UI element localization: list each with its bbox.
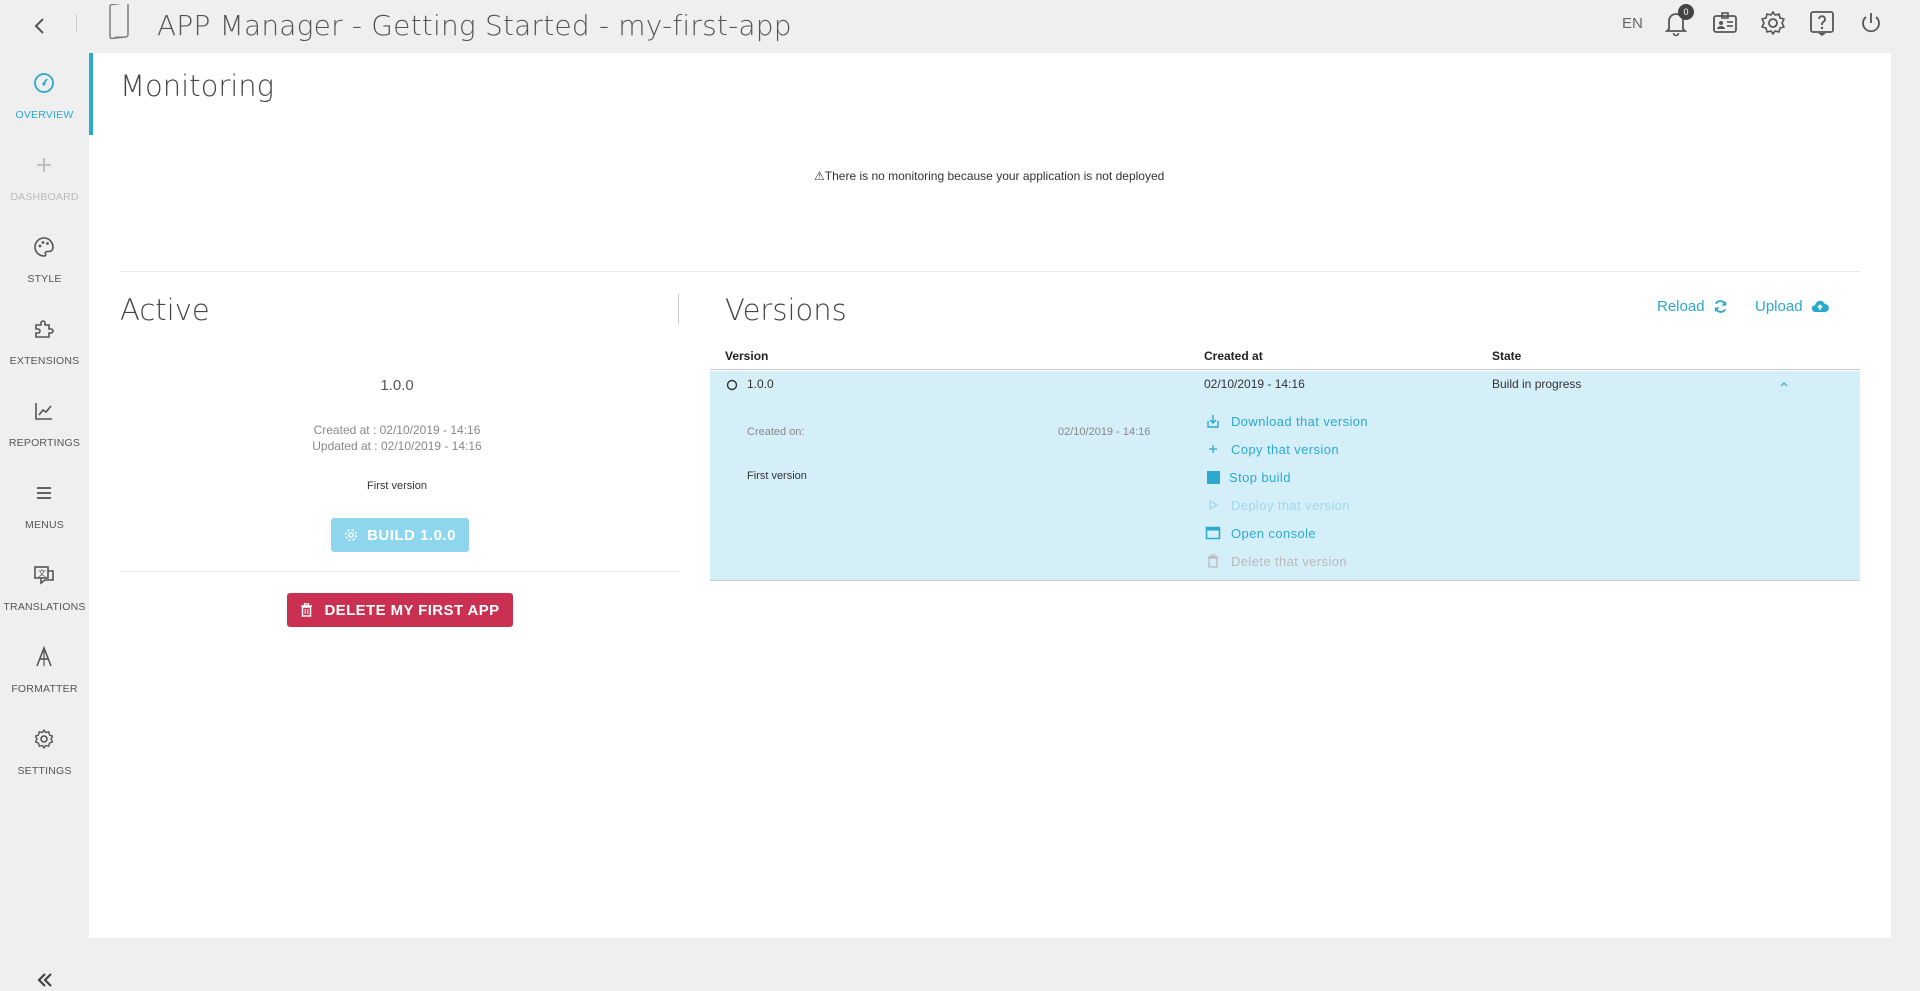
row-description: First version bbox=[747, 470, 807, 482]
reload-button[interactable]: Reload bbox=[1657, 298, 1728, 315]
sidebar-item-translations[interactable]: 文 TRANSLATIONS bbox=[0, 545, 89, 627]
sidebar-item-reportings[interactable]: REPORTINGS bbox=[0, 381, 89, 463]
download-version-action[interactable]: Download that version bbox=[1205, 413, 1368, 429]
copy-version-action[interactable]: Copy that version bbox=[1205, 441, 1339, 457]
column-header-created-at[interactable]: Created at bbox=[1204, 349, 1263, 363]
versions-title: Versions bbox=[725, 293, 847, 327]
cog-icon bbox=[345, 528, 358, 542]
console-icon bbox=[1205, 526, 1221, 540]
gear-icon bbox=[34, 729, 54, 749]
sidebar-item-style[interactable]: STYLE bbox=[0, 217, 89, 299]
build-button[interactable]: BUILD 1.0.0 bbox=[331, 518, 469, 552]
palette-icon bbox=[34, 237, 54, 257]
table-header-divider bbox=[710, 369, 1860, 370]
sidebar-item-menus[interactable]: MENUS bbox=[0, 463, 89, 545]
active-updated-at: Updated at : 02/10/2019 - 14:16 bbox=[312, 439, 482, 453]
reload-button-label: Reload bbox=[1657, 298, 1705, 315]
notification-badge: 0 bbox=[1678, 4, 1694, 20]
open-console-action[interactable]: Open console bbox=[1205, 525, 1316, 541]
language-selector[interactable]: EN bbox=[1622, 15, 1643, 32]
sidebar-item-extensions[interactable]: EXTENSIONS bbox=[0, 299, 89, 381]
back-arrow-icon[interactable] bbox=[28, 14, 52, 38]
sidebar-item-label: FORMATTER bbox=[11, 683, 78, 695]
table-row-divider bbox=[710, 580, 1860, 581]
cloud-upload-icon bbox=[1811, 300, 1829, 313]
line-chart-icon bbox=[35, 403, 52, 420]
trash-icon bbox=[301, 603, 313, 617]
upload-button-label: Upload bbox=[1755, 298, 1803, 315]
panel-divider bbox=[678, 294, 679, 324]
puzzle-icon bbox=[35, 320, 54, 338]
sidebar-item-label: MENUS bbox=[25, 519, 64, 531]
stop-icon bbox=[1207, 471, 1220, 484]
svg-text:文: 文 bbox=[38, 568, 46, 578]
row-created-on-value: 02/10/2019 - 14:16 bbox=[1058, 426, 1151, 438]
power-icon[interactable] bbox=[1856, 8, 1886, 38]
warning-icon: ⚠ bbox=[814, 169, 825, 183]
deploy-version-label: Deploy that version bbox=[1231, 497, 1350, 513]
chevron-up-icon[interactable] bbox=[1779, 381, 1789, 387]
translate-icon: 文 bbox=[34, 566, 54, 585]
gear-icon[interactable] bbox=[1758, 8, 1788, 38]
sidebar-item-label: TRANSLATIONS bbox=[3, 601, 86, 613]
hamburger-icon bbox=[37, 487, 51, 499]
sidebar-item-label: EXTENSIONS bbox=[9, 355, 80, 367]
active-divider bbox=[120, 571, 679, 572]
status-circle-icon bbox=[726, 379, 738, 391]
top-bar: APP Manager - Getting Started - my-first… bbox=[0, 0, 1920, 53]
sidebar-item-overview[interactable]: OVERVIEW bbox=[0, 53, 89, 135]
open-console-label: Open console bbox=[1231, 525, 1317, 541]
id-card-icon[interactable] bbox=[1710, 8, 1740, 38]
stop-build-action[interactable]: Stop build bbox=[1205, 469, 1291, 485]
row-version: 1.0.0 bbox=[747, 377, 774, 391]
plus-icon bbox=[37, 158, 51, 172]
upload-button[interactable]: Upload bbox=[1755, 298, 1829, 315]
build-button-label: BUILD 1.0.0 bbox=[367, 526, 456, 544]
active-description: First version bbox=[367, 480, 427, 492]
download-version-label: Download that version bbox=[1231, 413, 1369, 429]
delete-version-action[interactable]: Delete that version bbox=[1205, 553, 1347, 569]
tablet-icon bbox=[109, 4, 129, 40]
sidebar-item-label: DASHBOARD bbox=[10, 191, 79, 203]
play-icon bbox=[1209, 499, 1219, 511]
column-header-state[interactable]: State bbox=[1492, 349, 1521, 363]
download-icon bbox=[1207, 415, 1219, 428]
deploy-version-action[interactable]: Deploy that version bbox=[1205, 497, 1350, 513]
column-header-version[interactable]: Version bbox=[725, 349, 768, 363]
sidebar-item-label: REPORTINGS bbox=[8, 437, 81, 449]
delete-app-button-label: DELETE MY FIRST APP bbox=[324, 601, 500, 619]
delete-app-button[interactable]: DELETE MY FIRST APP bbox=[287, 593, 513, 627]
active-created-at: Created at : 02/10/2019 - 14:16 bbox=[313, 423, 481, 437]
row-created-at: 02/10/2019 - 14:16 bbox=[1204, 377, 1305, 391]
stop-build-label: Stop build bbox=[1229, 469, 1291, 485]
main-content: Monitoring ⚠There is no monitoring becau… bbox=[89, 53, 1891, 938]
sidebar: OVERVIEW DASHBOARD STYLE EXTENSIONS REPO… bbox=[0, 53, 89, 987]
sidebar-item-formatter[interactable]: FORMATTER bbox=[0, 627, 89, 709]
collapse-sidebar-icon[interactable] bbox=[34, 969, 56, 991]
formatter-icon bbox=[36, 645, 52, 667]
page-title: APP Manager - Getting Started - my-first… bbox=[157, 9, 792, 42]
monitoring-message-text: There is no monitoring because your appl… bbox=[824, 169, 1165, 183]
refresh-icon bbox=[1714, 300, 1726, 313]
row-created-on-label: Created on: bbox=[747, 426, 805, 438]
header-divider bbox=[76, 14, 77, 32]
sidebar-item-settings[interactable]: SETTINGS bbox=[0, 709, 89, 791]
section-divider bbox=[120, 271, 1860, 272]
row-state: Build in progress bbox=[1492, 377, 1582, 391]
plus-icon bbox=[1209, 445, 1217, 453]
gauge-icon bbox=[34, 73, 54, 93]
sidebar-item-dashboard[interactable]: DASHBOARD bbox=[0, 135, 89, 217]
trash-icon bbox=[1207, 554, 1219, 568]
monitoring-message: ⚠There is no monitoring because your app… bbox=[814, 169, 1164, 183]
sidebar-item-label: SETTINGS bbox=[17, 765, 72, 777]
copy-version-label: Copy that version bbox=[1231, 441, 1339, 457]
monitoring-title: Monitoring bbox=[120, 69, 275, 103]
active-indicator bbox=[89, 53, 93, 135]
sidebar-item-label: OVERVIEW bbox=[15, 109, 74, 121]
sidebar-item-label: STYLE bbox=[27, 273, 62, 285]
help-icon[interactable] bbox=[1807, 8, 1837, 38]
active-version: 1.0.0 bbox=[380, 377, 414, 394]
delete-version-label: Delete that version bbox=[1231, 553, 1347, 569]
active-title: Active bbox=[120, 293, 210, 327]
